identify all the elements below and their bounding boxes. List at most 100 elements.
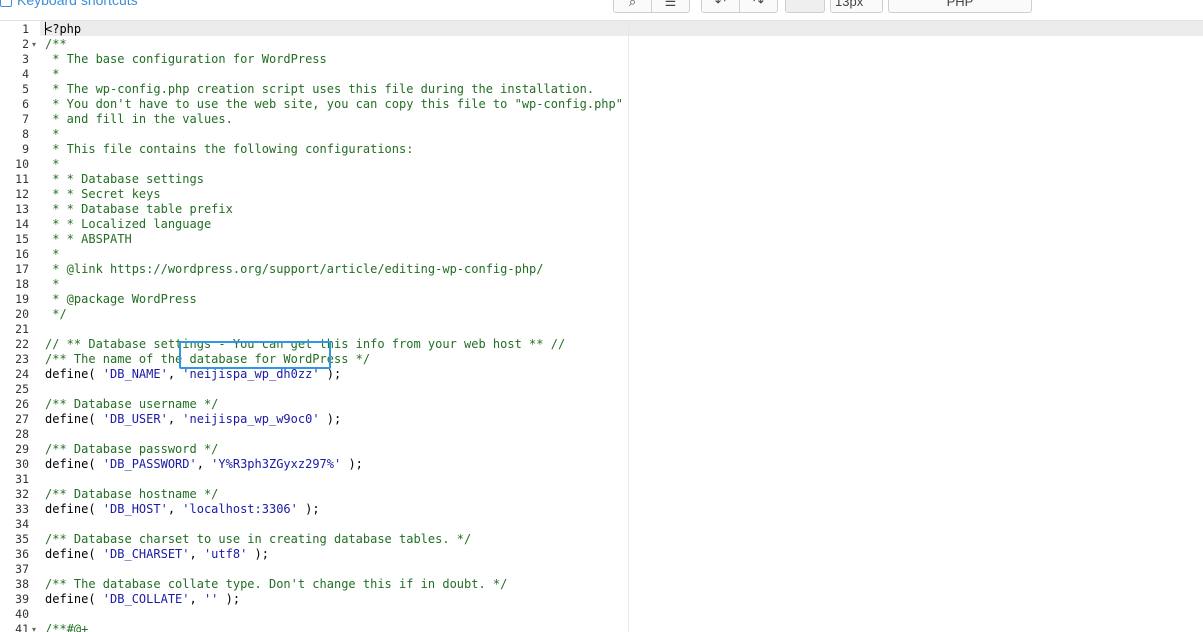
redo-icon[interactable]: ↷ [739, 0, 777, 12]
line-number: 31 [15, 472, 29, 486]
code-token-comment: * This file contains the following confi… [45, 142, 414, 156]
code-line: * @link https://wordpress.org/support/ar… [45, 262, 544, 277]
code-token-comment: /** Database charset to use in creating … [45, 532, 472, 546]
line-number: 9 [22, 142, 29, 156]
code-token-comment: * [45, 247, 60, 261]
code-token-comment: * [45, 277, 60, 291]
code-token-string: 'utf8' [203, 547, 248, 561]
line-number: 38 [15, 577, 29, 591]
keyboard-shortcuts-label: Keyboard shortcuts [17, 0, 138, 8]
code-editor[interactable]: 1 2 ▾ 3 4 5 6 7 8 9 10 11 12 13 14 15 16 17 18 19 20 21 22 23 24… [0, 20, 1203, 632]
code-token-plain: define( [45, 412, 103, 426]
code-line: define( 'DB_CHARSET', 'utf8' ); [45, 547, 269, 562]
code-token-string: 'localhost:3306' [182, 502, 298, 516]
code-token-comment: /** Database hostname */ [45, 487, 219, 501]
print-margin [628, 21, 629, 632]
code-token-comment: * [45, 157, 60, 171]
line-number: 25 [15, 382, 29, 396]
code-line: * [45, 127, 59, 142]
fold-toggle-icon[interactable]: ▾ [32, 37, 40, 52]
search-icon[interactable]: ⌕ [614, 0, 651, 12]
code-line: * This file contains the following confi… [45, 142, 413, 157]
code-token-string: 'DB_HOST' [102, 502, 168, 516]
code-token-comment: * @link https://wordpress.org/support/ar… [45, 262, 544, 276]
font-size-select[interactable]: 13px [830, 0, 883, 13]
line-number: 35 [15, 532, 29, 546]
line-number: 36 [15, 547, 29, 561]
code-line: */ [45, 307, 66, 322]
code-token-plain: ); [319, 367, 342, 381]
code-token-string: 'Y%R3ph3ZGyxz297%' [211, 457, 342, 471]
code-token-comment: * [45, 67, 60, 81]
line-number: 39 [15, 592, 29, 606]
code-token-plain: , [167, 502, 183, 516]
code-line: * [45, 247, 59, 262]
code-token-string: 'DB_PASSWORD' [102, 457, 197, 471]
code-line: * * ABSPATH [45, 232, 131, 247]
code-token-comment: /** [45, 37, 67, 51]
font-size-value: 13px [835, 0, 864, 9]
text-cursor [45, 22, 46, 35]
line-number: 29 [15, 442, 29, 456]
code-token-string: 'DB_USER' [102, 412, 168, 426]
line-number: 10 [15, 157, 29, 171]
code-token-string: 'neijispa_wp_dh0zz' [182, 367, 320, 381]
line-number: 13 [15, 202, 29, 216]
line-number: 14 [15, 217, 29, 231]
code-line: * * Database table prefix [45, 202, 233, 217]
undo-icon[interactable]: ↶ [702, 0, 739, 12]
code-line: * [45, 157, 59, 172]
line-number: 33 [15, 502, 29, 516]
line-number: 37 [15, 562, 29, 576]
code-line: * The base configuration for WordPress [45, 52, 327, 67]
line-number: 16 [15, 247, 29, 261]
line-number: 24 [15, 367, 29, 381]
code-line: /** Database username */ [45, 397, 218, 412]
code-token-plain: ); [341, 457, 363, 471]
code-line: define( 'DB_COLLATE', '' ); [45, 592, 240, 607]
code-token-string: 'DB_CHARSET' [102, 547, 190, 561]
code-token-comment: * * Database table prefix [45, 202, 233, 216]
code-token-comment: * * Localized language [45, 217, 212, 231]
line-number: 22 [15, 337, 29, 351]
mode-select[interactable]: PHP [888, 0, 1032, 13]
keyboard-shortcuts-link[interactable]: Keyboard shortcuts [0, 0, 138, 8]
code-token-comment: * and fill in the values. [45, 112, 233, 126]
line-number: 34 [15, 517, 29, 531]
code-token-plain: , [189, 547, 204, 561]
code-line: * and fill in the values. [45, 112, 233, 127]
line-number: 20 [15, 307, 29, 321]
code-line: define( 'DB_NAME', 'neijispa_wp_dh0zz' )… [45, 367, 341, 382]
code-line: /** Database password */ [45, 442, 218, 457]
line-number: 40 [15, 607, 29, 621]
line-number-gutter: 1 2 ▾ 3 4 5 6 7 8 9 10 11 12 13 14 15 16 17 18 19 20 21 22 23 24… [0, 21, 40, 632]
code-line: /** Database hostname */ [45, 487, 218, 502]
replace-icon[interactable]: ☰ [651, 0, 689, 12]
line-number: 4 [22, 67, 29, 81]
code-line: * [45, 67, 59, 82]
line-number: 26 [15, 397, 29, 411]
line-number: 15 [15, 232, 29, 246]
code-line: <?php [45, 22, 81, 37]
code-line: * You don't have to use the web site, yo… [45, 97, 623, 112]
code-line: * @package WordPress [45, 292, 197, 307]
line-number: 1 [22, 22, 29, 36]
mode-value: PHP [946, 0, 974, 9]
code-line: * * Secret keys [45, 187, 160, 202]
history-button-group: ↶ ↷ [701, 0, 778, 13]
code-token-plain: define( [45, 592, 103, 606]
code-line: define( 'DB_USER', 'neijispa_wp_w9oc0' )… [45, 412, 341, 427]
line-number: 32 [15, 487, 29, 501]
code-token-comment: * You don't have to use the web site, yo… [45, 97, 623, 111]
code-token-plain: define( [45, 367, 103, 381]
code-token-plain: ); [218, 592, 241, 606]
line-number: 30 [15, 457, 29, 471]
code-token-comment: * [45, 127, 60, 141]
code-line: * * Database settings [45, 172, 204, 187]
line-number: 18 [15, 277, 29, 291]
line-number: 11 [15, 172, 29, 186]
settings-button[interactable] [785, 0, 825, 13]
code-line: * [45, 277, 59, 292]
line-number: 5 [22, 82, 29, 96]
code-token-plain: , [167, 412, 183, 426]
